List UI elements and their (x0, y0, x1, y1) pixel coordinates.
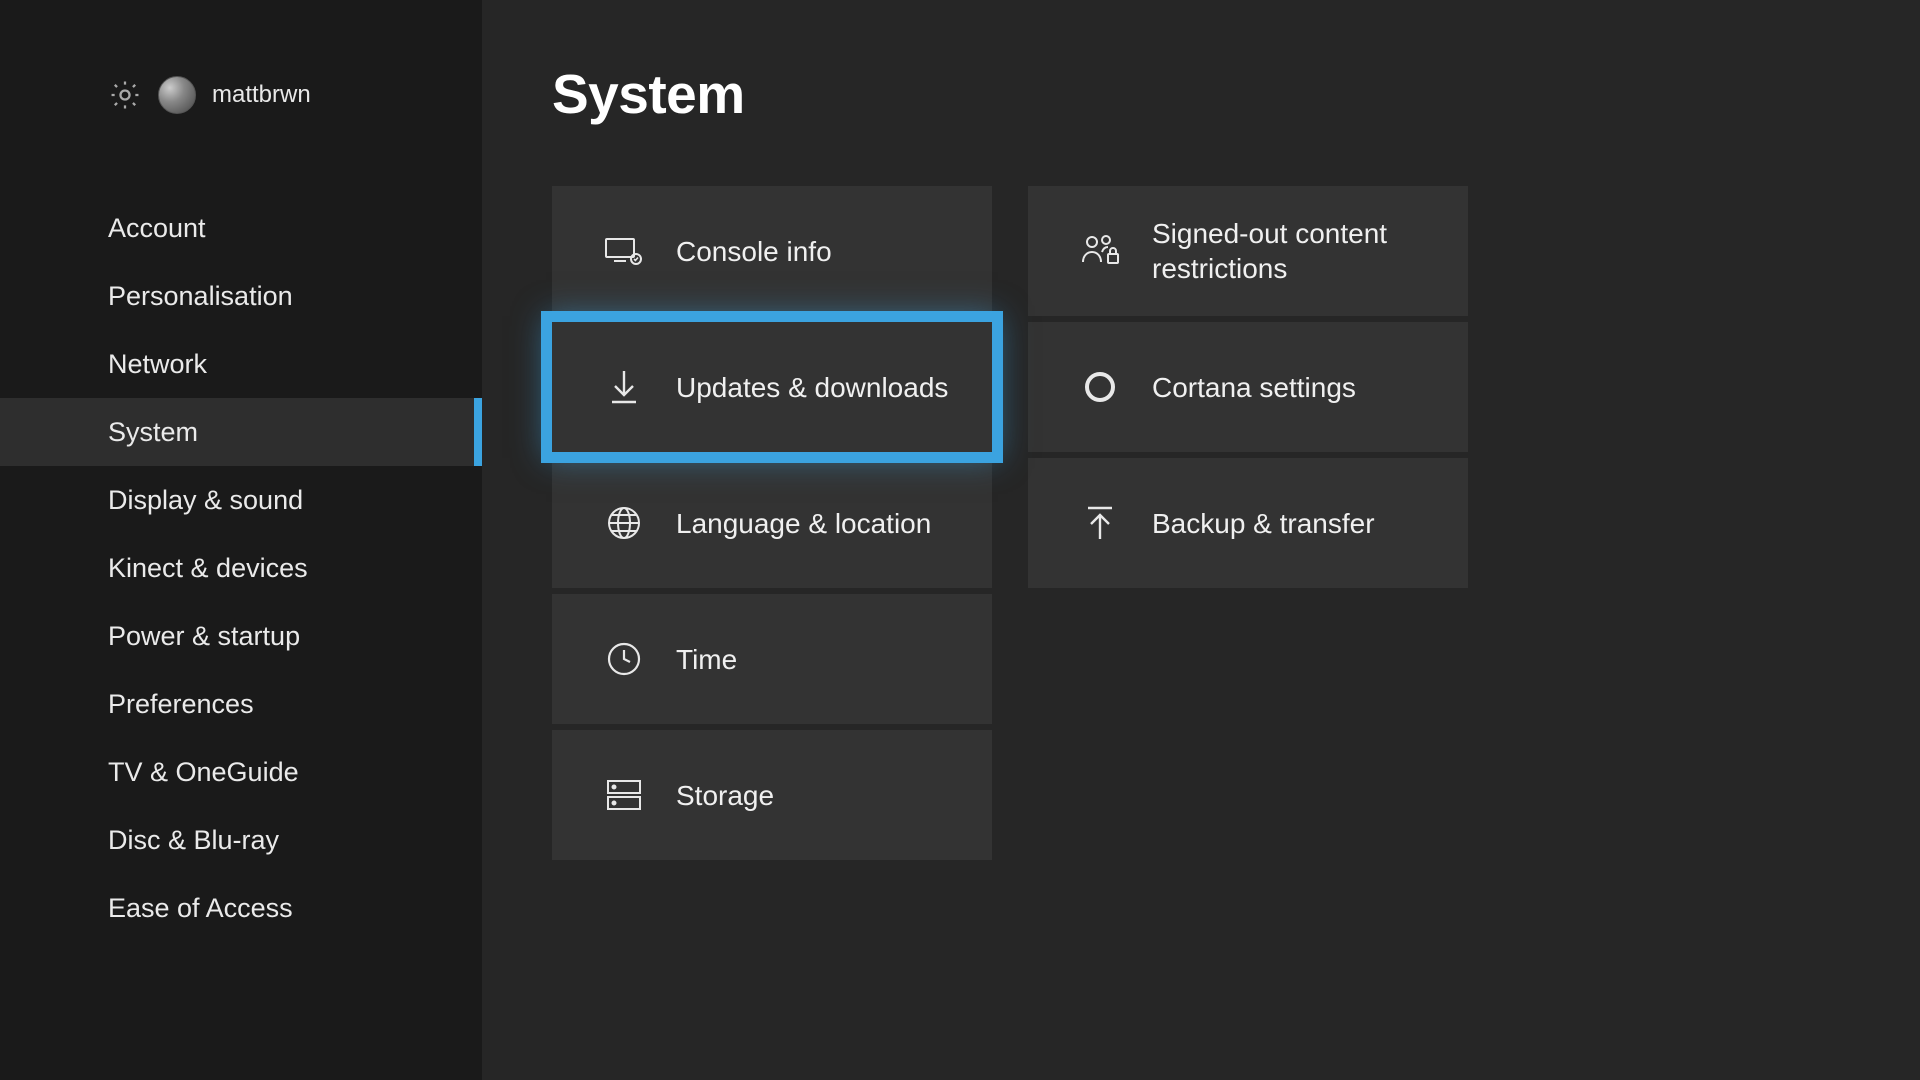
sidebar-item-kinect-devices[interactable]: Kinect & devices (0, 534, 482, 602)
sidebar: mattbrwn Account Personalisation Network… (0, 0, 482, 1080)
sidebar-items: Account Personalisation Network System D… (0, 194, 482, 942)
tile-label: Storage (676, 778, 794, 813)
sidebar-item-label: Network (108, 349, 207, 380)
upload-icon (1080, 503, 1120, 543)
tile-storage[interactable]: Storage (552, 730, 992, 860)
tile-label: Time (676, 642, 757, 677)
sidebar-item-label: Kinect & devices (108, 553, 308, 584)
tile-label: Updates & downloads (676, 370, 968, 405)
sidebar-item-label: Preferences (108, 689, 254, 720)
sidebar-item-label: Power & startup (108, 621, 300, 652)
sidebar-item-disc-bluray[interactable]: Disc & Blu-ray (0, 806, 482, 874)
tile-column-2: Signed-out content restrictions Cortana … (1028, 186, 1468, 860)
sidebar-item-label: System (108, 417, 198, 448)
console-info-icon (604, 231, 644, 271)
people-lock-icon (1080, 231, 1120, 271)
storage-icon (604, 775, 644, 815)
clock-icon (604, 639, 644, 679)
sidebar-item-tv-oneguide[interactable]: TV & OneGuide (0, 738, 482, 806)
sidebar-item-label: Ease of Access (108, 893, 293, 924)
sidebar-item-network[interactable]: Network (0, 330, 482, 398)
tile-column-1: Console info Updates & downloads (552, 186, 992, 860)
username: mattbrwn (212, 81, 311, 109)
sidebar-item-label: TV & OneGuide (108, 757, 299, 788)
sidebar-item-label: Disc & Blu-ray (108, 825, 279, 856)
tile-label: Backup & transfer (1152, 506, 1395, 541)
tiles-container: Console info Updates & downloads (552, 186, 1920, 860)
sidebar-header: mattbrwn (0, 76, 482, 114)
sidebar-item-label: Account (108, 213, 206, 244)
page-title: System (552, 62, 1920, 126)
tile-label: Language & location (676, 506, 951, 541)
tile-label: Console info (676, 234, 852, 269)
avatar[interactable] (158, 76, 196, 114)
sidebar-item-display-sound[interactable]: Display & sound (0, 466, 482, 534)
tile-language-location[interactable]: Language & location (552, 458, 992, 588)
tile-signed-out-restrictions[interactable]: Signed-out content restrictions (1028, 186, 1468, 316)
sidebar-item-personalisation[interactable]: Personalisation (0, 262, 482, 330)
sidebar-item-ease-of-access[interactable]: Ease of Access (0, 874, 482, 942)
globe-icon (604, 503, 644, 543)
tile-backup-transfer[interactable]: Backup & transfer (1028, 458, 1468, 588)
sidebar-item-system[interactable]: System (0, 398, 482, 466)
main-content: System Console info (482, 0, 1920, 1080)
sidebar-item-label: Personalisation (108, 281, 293, 312)
tile-console-info[interactable]: Console info (552, 186, 992, 316)
sidebar-item-account[interactable]: Account (0, 194, 482, 262)
tile-time[interactable]: Time (552, 594, 992, 724)
tile-label: Cortana settings (1152, 370, 1376, 405)
tile-label: Signed-out content restrictions (1152, 216, 1468, 286)
tile-updates-downloads[interactable]: Updates & downloads (552, 322, 992, 452)
gear-icon[interactable] (108, 78, 142, 112)
sidebar-item-preferences[interactable]: Preferences (0, 670, 482, 738)
sidebar-item-label: Display & sound (108, 485, 303, 516)
sidebar-item-power-startup[interactable]: Power & startup (0, 602, 482, 670)
download-icon (604, 367, 644, 407)
circle-icon (1080, 367, 1120, 407)
tile-cortana-settings[interactable]: Cortana settings (1028, 322, 1468, 452)
